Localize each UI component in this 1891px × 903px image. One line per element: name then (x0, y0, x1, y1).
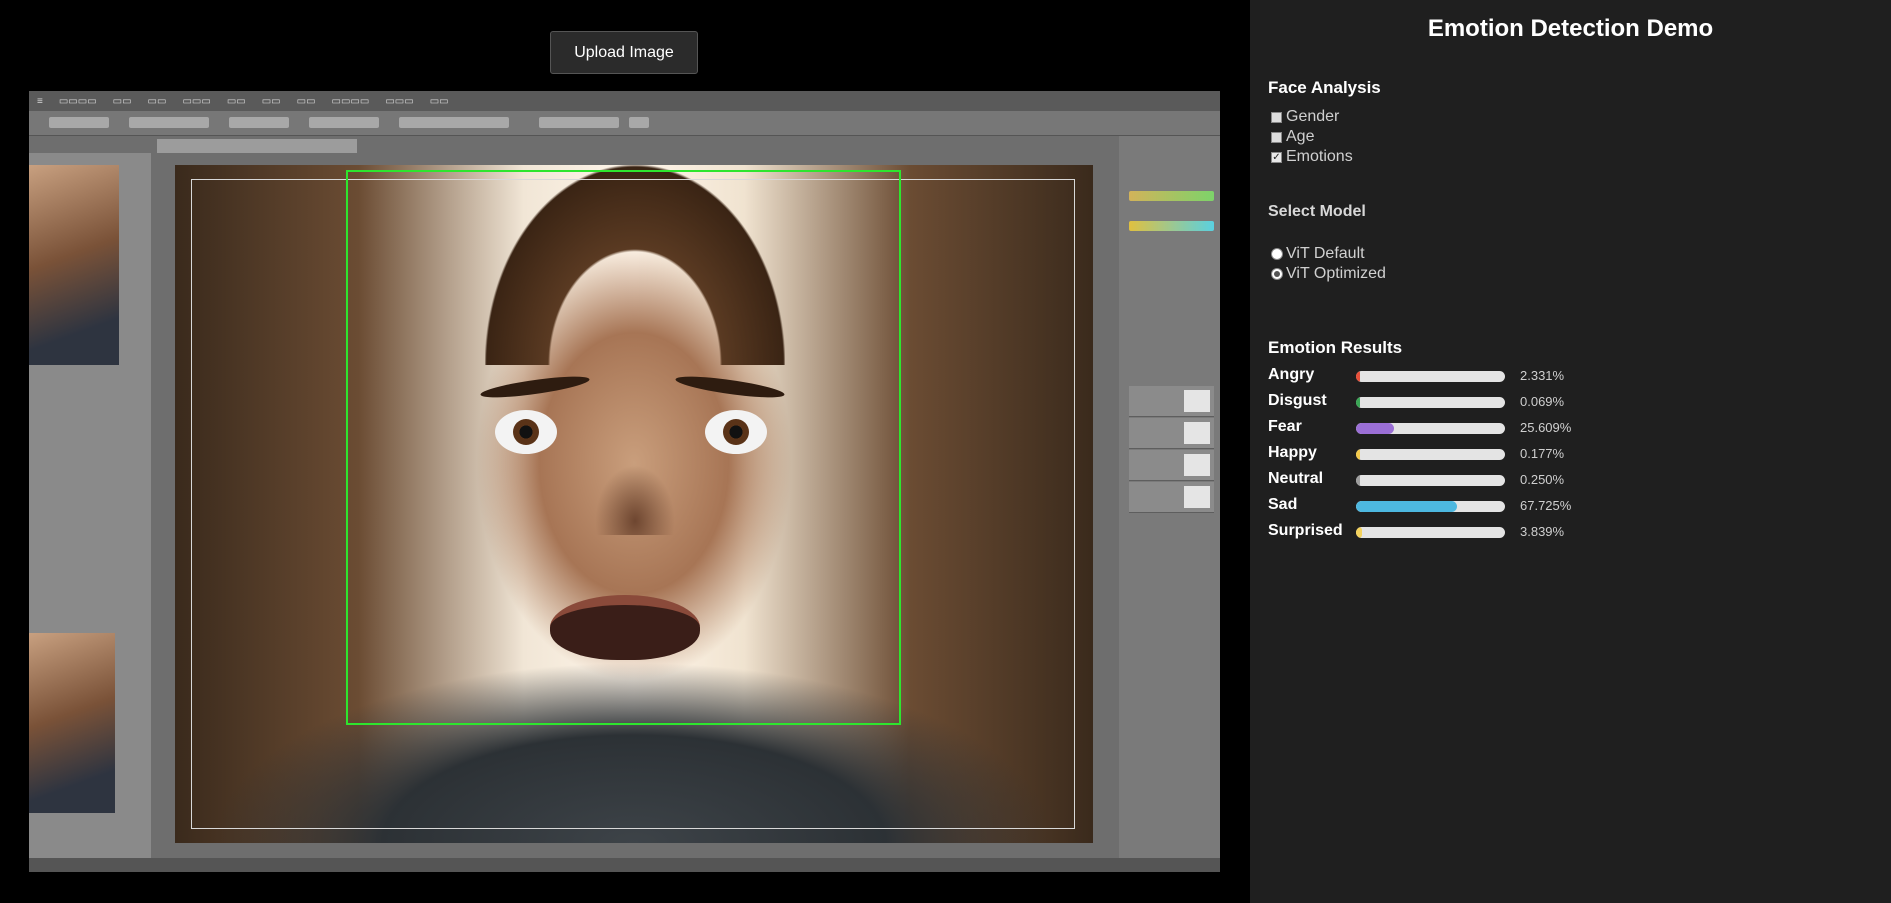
emotion-row-sad: Sad 67.725% (1268, 496, 1668, 516)
image-left-panel (29, 153, 151, 872)
age-checkbox[interactable] (1271, 131, 1282, 143)
emotion-label: Angry (1268, 366, 1315, 383)
vit-default-option[interactable]: ViT Default (1271, 245, 1365, 263)
emotion-bar-fill (1356, 501, 1457, 512)
emotion-row-happy: Happy 0.177% (1268, 444, 1668, 464)
emotions-option[interactable]: ✓ Emotions (1271, 148, 1353, 166)
emotion-value: 0.250% (1520, 472, 1565, 487)
vit-optimized-radio[interactable] (1271, 268, 1283, 280)
face-analysis-heading: Face Analysis (1268, 78, 1381, 97)
emotion-bar-fill (1356, 527, 1362, 538)
emotion-row-angry: Angry 2.331% (1268, 366, 1668, 386)
emotion-label: Happy (1268, 444, 1317, 461)
emotion-bar-track (1356, 475, 1505, 486)
emotion-bar-fill (1356, 475, 1361, 486)
emotion-bar-fill (1356, 397, 1361, 408)
image-statusbar (29, 858, 1220, 872)
emotion-value: 2.331% (1520, 368, 1565, 383)
emotion-label: Neutral (1268, 470, 1324, 487)
age-option[interactable]: Age (1271, 128, 1314, 146)
emotion-value: 67.725% (1520, 498, 1572, 513)
emotion-label: Disgust (1268, 392, 1327, 409)
emotion-bar-fill (1356, 423, 1395, 434)
emotion-bar-fill (1356, 371, 1361, 382)
controls-panel: Emotion Detection Demo Face Analysis Gen… (1250, 0, 1891, 903)
emotion-row-neutral: Neutral 0.250% (1268, 470, 1668, 490)
emotion-bar-fill (1356, 449, 1361, 460)
image-area: Upload Image ≡ ▭▭▭▭ ▭▭ ▭▭ ▭▭▭ ▭▭ ▭▭ ▭▭ ▭▭▭▭ ▭▭▭ ▭▭ (0, 0, 1250, 903)
age-label: Age (1286, 128, 1315, 145)
emotion-value: 3.839% (1520, 524, 1565, 539)
vit-optimized-label: ViT Optimized (1286, 265, 1386, 282)
gender-label: Gender (1286, 108, 1340, 125)
gender-checkbox[interactable] (1271, 111, 1282, 123)
vit-default-label: ViT Default (1286, 245, 1365, 262)
image-doc-tab (157, 139, 357, 153)
emotion-value: 0.069% (1520, 394, 1565, 409)
emotion-results-heading: Emotion Results (1268, 338, 1403, 357)
vit-optimized-option[interactable]: ViT Optimized (1271, 265, 1386, 283)
emotion-label: Surprised (1268, 522, 1343, 539)
emotions-checkbox[interactable]: ✓ (1271, 151, 1282, 163)
gender-option[interactable]: Gender (1271, 108, 1339, 126)
emotion-row-disgust: Disgust 0.069% (1268, 392, 1668, 412)
select-model-heading: Select Model (1268, 203, 1366, 220)
image-toolbar (29, 111, 1220, 136)
emotion-bar-track (1356, 397, 1505, 408)
emotion-bar-track (1356, 527, 1505, 538)
emotions-label: Emotions (1286, 148, 1353, 165)
emotion-label: Sad (1268, 496, 1298, 513)
image-menubar: ≡ ▭▭▭▭ ▭▭ ▭▭ ▭▭▭ ▭▭ ▭▭ ▭▭ ▭▭▭▭ ▭▭▭ ▭▭ (29, 91, 1220, 111)
emotion-bar-track (1356, 501, 1505, 512)
emotion-value: 0.177% (1520, 446, 1565, 461)
emotion-bar-track (1356, 449, 1505, 460)
image-right-panel (1119, 136, 1220, 872)
emotion-label: Fear (1268, 418, 1302, 435)
emotion-bar-track (1356, 423, 1505, 434)
emotion-bar-track (1356, 371, 1505, 382)
emotion-row-fear: Fear 25.609% (1268, 418, 1668, 438)
face-detection-box (346, 170, 901, 725)
vit-default-radio[interactable] (1271, 248, 1283, 260)
emotion-row-surprised: Surprised 3.839% (1268, 522, 1668, 542)
page-title: Emotion Detection Demo (1427, 15, 1714, 42)
emotion-value: 25.609% (1520, 420, 1572, 435)
upload-image-button[interactable]: Upload Image (550, 31, 698, 74)
